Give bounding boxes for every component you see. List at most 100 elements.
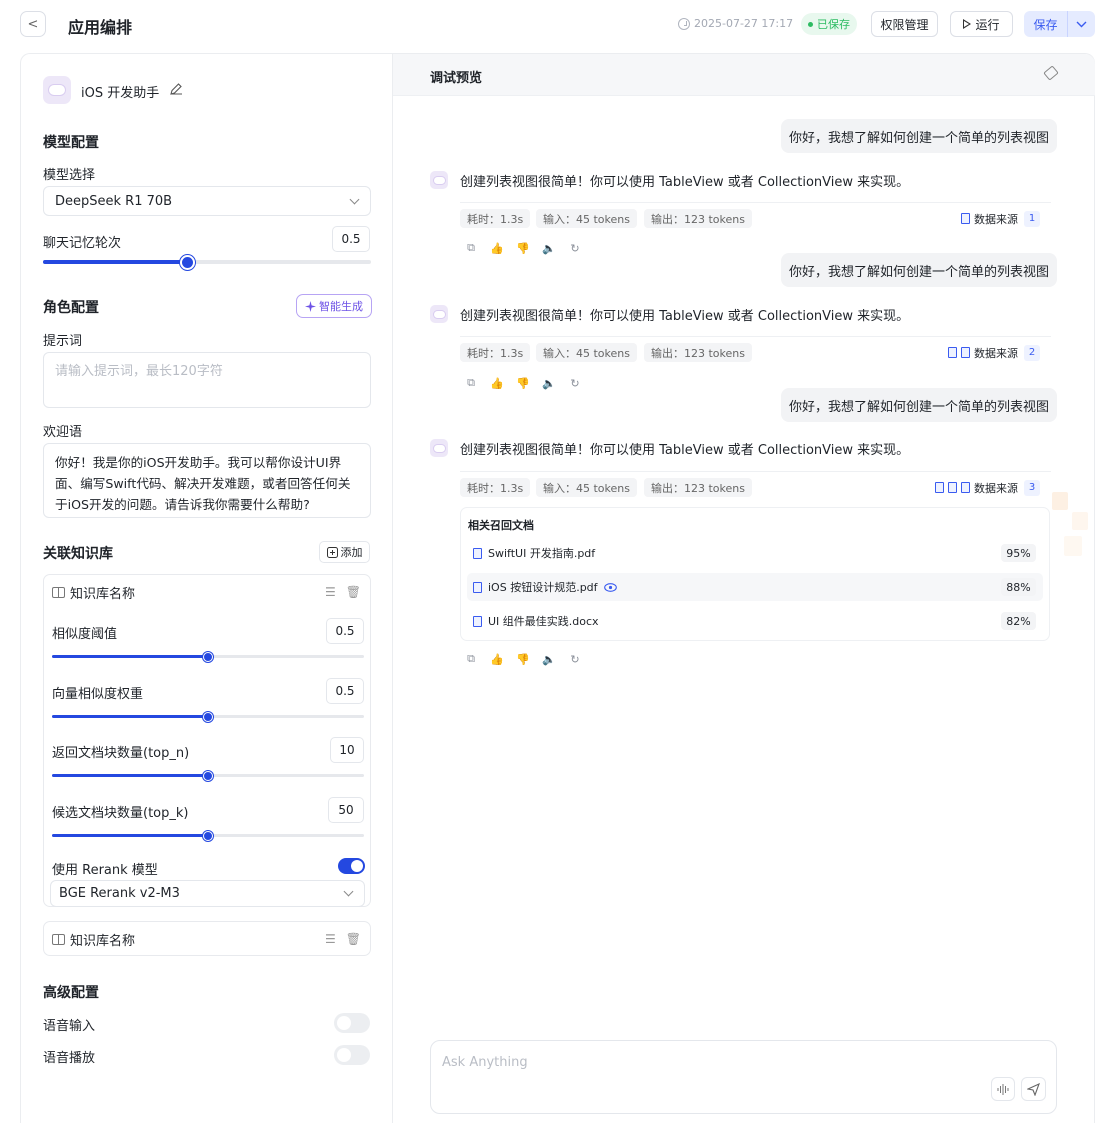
recall-doc-item[interactable]: UI 组件最佳实践.docx 82%: [467, 607, 1043, 635]
permissions-button[interactable]: 权限管理: [871, 11, 938, 37]
top-n-slider[interactable]: [52, 770, 364, 781]
refresh-icon[interactable]: ↻: [569, 377, 581, 390]
param-input[interactable]: 50: [328, 797, 364, 823]
memory-slider[interactable]: [43, 254, 371, 270]
cloud-icon: [433, 444, 445, 452]
vector-weight-slider[interactable]: [52, 711, 364, 722]
toggle-knob: [337, 1016, 351, 1030]
thumb-down-icon[interactable]: 👎: [516, 653, 530, 666]
slider-handle[interactable]: [203, 651, 213, 662]
param-label: 候选文档块数量(top_k): [52, 806, 189, 821]
copy-icon[interactable]: ⧉: [465, 652, 477, 665]
knowledge-card-tools: ☰ 🗑: [325, 932, 361, 946]
thumb-up-icon[interactable]: 👍: [490, 653, 504, 666]
slider-fill: [43, 260, 188, 264]
save-dropdown-button[interactable]: [1068, 11, 1095, 37]
voice-input-toggle[interactable]: [334, 1013, 370, 1033]
user-message: 你好，我想了解如何创建一个简单的列表视图: [780, 388, 1057, 422]
pencil-icon[interactable]: [169, 82, 183, 96]
recall-docs-card: 相关召回文档 SwiftUI 开发指南.pdf 95% iOS 按钮设计规范.p…: [460, 507, 1050, 641]
doc-icon: [935, 482, 944, 493]
slider-handle[interactable]: [203, 711, 213, 722]
recall-title: 相关召回文档: [468, 519, 534, 532]
chevron-down-icon: [343, 886, 354, 897]
message-meta: 耗时：1.3s 输入：45 tokens 输出：123 tokens 数据来源 …: [460, 202, 1051, 230]
input-tokens-pill: 输入：45 tokens: [536, 343, 637, 362]
list-icon[interactable]: ☰: [325, 932, 336, 946]
speaker-icon[interactable]: 🔈: [542, 242, 556, 255]
rerank-toggle[interactable]: [338, 858, 365, 874]
thumb-up-icon[interactable]: 👍: [490, 242, 504, 255]
run-button[interactable]: 运行: [950, 11, 1013, 37]
add-knowledge-button[interactable]: 添加: [319, 541, 370, 563]
speaker-icon[interactable]: 🔈: [542, 377, 556, 390]
knowledge-card-header: 知识库名称: [52, 583, 135, 602]
recall-doc-item[interactable]: iOS 按钮设计规范.pdf 88%: [467, 573, 1043, 601]
chevron-down-icon: [1076, 21, 1087, 27]
chat-input[interactable]: Ask Anything: [430, 1040, 1057, 1114]
back-button[interactable]: <: [20, 11, 46, 37]
cloud-icon: [433, 176, 445, 184]
eraser-icon[interactable]: [1043, 65, 1059, 81]
save-button[interactable]: 保存: [1024, 11, 1068, 37]
slider-handle[interactable]: [203, 770, 213, 781]
welcome-textarea[interactable]: 你好！我是你的iOS开发助手。我可以帮你设计UI界面、编写Swift代码、解决开…: [43, 443, 371, 518]
speaker-icon[interactable]: 🔈: [542, 653, 556, 666]
refresh-icon[interactable]: ↻: [569, 242, 581, 255]
doc-icon: [961, 213, 970, 224]
time-pill: 耗时：1.3s: [460, 478, 531, 497]
output-tokens-pill: 输出：123 tokens: [644, 343, 752, 362]
recall-doc-item[interactable]: SwiftUI 开发指南.pdf 95%: [467, 539, 1043, 567]
voice-input-button[interactable]: [991, 1077, 1015, 1101]
doc-icon: [961, 482, 970, 493]
voice-output-toggle[interactable]: [334, 1045, 370, 1065]
send-button[interactable]: [1021, 1077, 1046, 1101]
score-badge: 82%: [1001, 612, 1036, 630]
rerank-model-select[interactable]: BGE Rerank v2-M3: [50, 880, 365, 907]
param-input[interactable]: 0.5: [326, 678, 364, 704]
data-source-button[interactable]: 数据来源 1: [961, 209, 1040, 228]
memory-input[interactable]: 0.5: [332, 226, 370, 252]
assistant-message: 创建列表视图很简单！你可以使用 TableView 或者 CollectionV…: [460, 443, 910, 458]
assistant-avatar: [430, 439, 448, 457]
message-actions: ⧉ 👍 👎 🔈 ↻: [465, 241, 581, 255]
user-message: 你好，我想了解如何创建一个简单的列表视图: [780, 253, 1057, 287]
slider-handle[interactable]: [180, 254, 196, 270]
knowledge-card: 知识库名称 ☰ 🗑: [43, 921, 371, 956]
slider-handle[interactable]: [203, 830, 213, 841]
preview-panel: 调试预览 你好，我想了解如何创建一个简单的列表视图 创建列表视图很简单！你可以使…: [393, 53, 1095, 1123]
trash-icon[interactable]: 🗑: [346, 932, 361, 946]
knowledge-card-header: 知识库名称: [52, 930, 135, 949]
data-source-button[interactable]: 数据来源 2: [948, 343, 1040, 362]
saved-badge: 已保存: [801, 13, 857, 35]
copy-icon[interactable]: ⧉: [465, 376, 477, 389]
message-meta: 耗时：1.3s 输入：45 tokens 输出：123 tokens 数据来源 …: [460, 336, 1051, 364]
param-label: 向量相似度权重: [52, 687, 144, 702]
welcome-label: 欢迎语: [43, 425, 83, 440]
prompt-textarea[interactable]: 请输入提示词，最长120字符: [43, 352, 371, 408]
param-input[interactable]: 0.5: [326, 618, 364, 644]
thumb-down-icon[interactable]: 👎: [516, 242, 530, 255]
thumb-down-icon[interactable]: 👎: [516, 377, 530, 390]
list-icon[interactable]: ☰: [325, 585, 336, 599]
eye-icon[interactable]: [603, 582, 617, 592]
time-pill: 耗时：1.3s: [460, 209, 531, 228]
slider-fill: [52, 774, 208, 777]
message-actions: ⧉ 👍 👎 🔈 ↻: [465, 652, 581, 666]
top-k-slider[interactable]: [52, 830, 364, 841]
slider-fill: [52, 715, 208, 718]
data-source-button[interactable]: 数据来源 3: [935, 478, 1040, 497]
role-config-title: 角色配置: [43, 300, 99, 316]
thumb-up-icon[interactable]: 👍: [490, 377, 504, 390]
page-title: 应用编排: [68, 18, 133, 37]
param-input[interactable]: 10: [330, 737, 364, 763]
model-select[interactable]: DeepSeek R1 70B: [43, 186, 371, 216]
clock-icon: [678, 17, 690, 30]
copy-icon[interactable]: ⧉: [465, 241, 477, 254]
advanced-title: 高级配置: [43, 985, 99, 1001]
similarity-slider[interactable]: [52, 651, 364, 662]
refresh-icon[interactable]: ↻: [569, 653, 581, 666]
smart-generate-button[interactable]: 智能生成: [296, 294, 372, 318]
cloud-icon: [433, 310, 445, 318]
trash-icon[interactable]: 🗑: [346, 585, 361, 599]
